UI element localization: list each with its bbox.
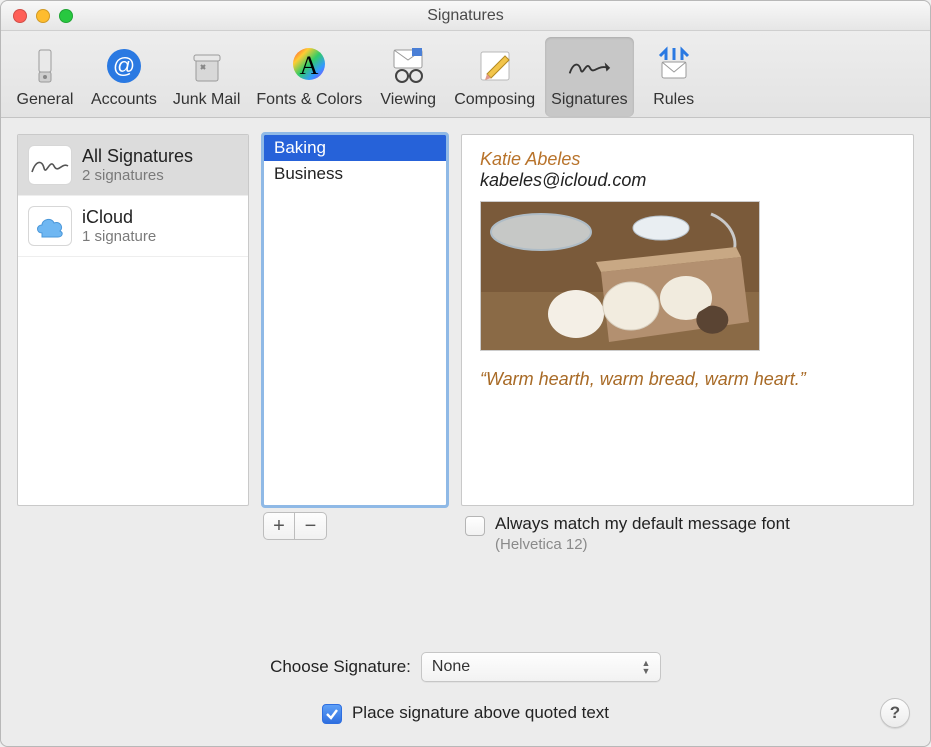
toolbar-label: Accounts [91, 91, 157, 109]
window-title: Signatures [1, 7, 930, 25]
toolbar-tab-viewing[interactable]: Viewing [372, 37, 444, 117]
preferences-window: Signatures General @ Accounts [0, 0, 931, 747]
toolbar-label: General [17, 91, 74, 109]
toolbar-label: Junk Mail [173, 91, 241, 109]
add-remove-signature-controls: + − [263, 512, 447, 540]
toolbar-tab-rules[interactable]: Rules [638, 37, 710, 117]
window-traffic-lights [1, 9, 73, 23]
minimize-window-button[interactable] [36, 9, 50, 23]
svg-text:@: @ [113, 53, 135, 78]
zoom-window-button[interactable] [59, 9, 73, 23]
toolbar-label: Composing [454, 91, 535, 109]
always-match-font-label: Always match my default message font [495, 514, 790, 534]
preview-email: kabeles@icloud.com [480, 170, 895, 191]
help-button[interactable]: ? [880, 698, 910, 728]
signature-item-baking[interactable]: Baking [264, 135, 446, 161]
account-title: iCloud [82, 207, 156, 228]
accounts-list[interactable]: All Signatures 2 signatures iCloud 1 sig… [17, 134, 249, 506]
remove-signature-button[interactable]: − [295, 512, 327, 540]
place-above-label: Place signature above quoted text [352, 703, 609, 723]
account-title: All Signatures [82, 146, 193, 167]
window-titlebar: Signatures [1, 1, 930, 31]
account-subtitle: 2 signatures [82, 167, 193, 184]
toolbar-tab-general[interactable]: General [9, 37, 81, 117]
always-match-font-row: Always match my default message font (He… [461, 514, 914, 553]
toolbar-tab-signatures[interactable]: Signatures [545, 37, 634, 117]
choose-signature-row: Choose Signature: None ▲▼ [21, 652, 910, 682]
choose-signature-popup[interactable]: None ▲▼ [421, 652, 661, 682]
toolbar-label: Rules [653, 91, 694, 109]
rules-icon [651, 43, 697, 89]
toolbar-tab-junk[interactable]: Junk Mail [167, 37, 247, 117]
account-subtitle: 1 signature [82, 228, 156, 245]
preview-quote: “Warm hearth, warm bread, warm heart.” [480, 369, 895, 390]
place-above-row: Place signature above quoted text [21, 702, 910, 724]
toolbar-tab-fonts[interactable]: A Fonts & Colors [250, 37, 368, 117]
preview-name: Katie Abeles [480, 149, 895, 170]
fonts-colors-icon: A [286, 43, 332, 89]
place-above-checkbox[interactable] [322, 704, 342, 724]
signature-names-list[interactable]: Baking Business [263, 134, 447, 506]
preferences-toolbar: General @ Accounts Junk Mail [1, 31, 930, 118]
account-all-signatures[interactable]: All Signatures 2 signatures [18, 135, 248, 196]
choose-signature-label: Choose Signature: [270, 657, 411, 677]
icloud-icon [28, 206, 72, 246]
toolbar-label: Signatures [551, 91, 628, 109]
composing-icon [472, 43, 518, 89]
toolbar-tab-composing[interactable]: Composing [448, 37, 541, 117]
signature-preview[interactable]: Katie Abeles kabeles@icloud.com [461, 134, 914, 506]
preview-image [480, 201, 760, 351]
signature-scribble-icon [28, 145, 72, 185]
viewing-icon [385, 43, 431, 89]
general-icon [22, 43, 68, 89]
toolbar-label: Viewing [380, 91, 436, 109]
signatures-icon [566, 43, 612, 89]
always-match-font-checkbox[interactable] [465, 516, 485, 536]
popup-arrows-icon: ▲▼ [638, 660, 654, 675]
signatures-pane: All Signatures 2 signatures iCloud 1 sig… [1, 118, 930, 746]
junk-mail-icon [184, 43, 230, 89]
svg-text:A: A [300, 51, 319, 80]
default-font-hint: (Helvetica 12) [495, 536, 790, 553]
signature-item-business[interactable]: Business [264, 161, 446, 187]
account-icloud[interactable]: iCloud 1 signature [18, 196, 248, 257]
close-window-button[interactable] [13, 9, 27, 23]
toolbar-label: Fonts & Colors [256, 91, 362, 109]
add-signature-button[interactable]: + [263, 512, 295, 540]
accounts-icon: @ [101, 43, 147, 89]
toolbar-tab-accounts[interactable]: @ Accounts [85, 37, 163, 117]
choose-signature-value: None [432, 658, 470, 676]
